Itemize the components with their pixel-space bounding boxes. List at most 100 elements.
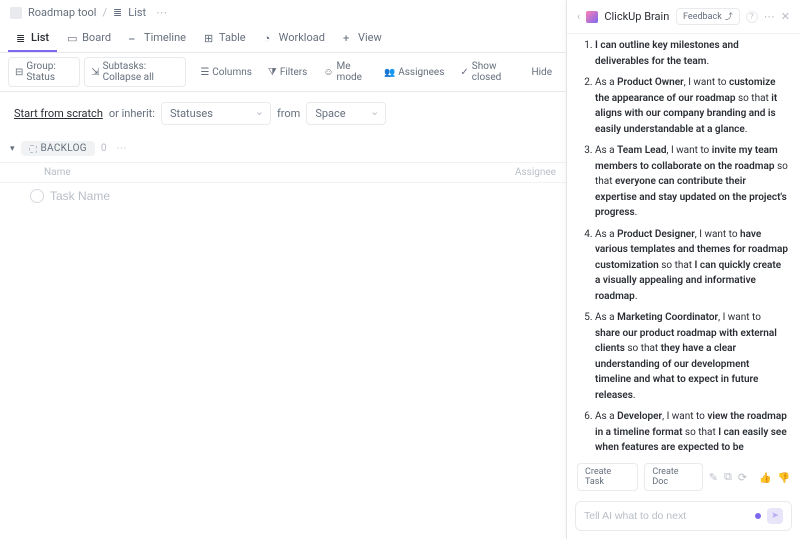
list-icon xyxy=(113,6,122,19)
col-assignee: Assignee xyxy=(515,167,556,178)
recording-indicator-icon xyxy=(755,513,761,519)
ai-response: I can outline key milestones and deliver… xyxy=(567,34,800,457)
collapse-caret-icon[interactable]: ▾ xyxy=(10,144,15,154)
hide-btn[interactable]: Hide xyxy=(525,64,558,81)
tab-board[interactable]: Board xyxy=(59,25,119,52)
breadcrumb: Roadmap tool / List xyxy=(0,0,566,25)
plus-icon xyxy=(343,32,354,43)
user-story: As a Team Lead, I want to invite my team… xyxy=(595,143,788,221)
board-icon xyxy=(67,32,78,43)
user-story: As a Developer, I want to view the roadm… xyxy=(595,409,788,457)
tab-label: List xyxy=(31,31,49,44)
user-story: I can outline key milestones and deliver… xyxy=(595,38,788,69)
more-icon[interactable] xyxy=(764,10,775,23)
assignees-icon xyxy=(384,67,395,78)
feedback-label: Feedback xyxy=(683,12,722,22)
refresh-icon[interactable] xyxy=(738,471,747,484)
chip-label: Group: Status xyxy=(26,61,73,83)
chip-label: Filters xyxy=(280,67,308,78)
send-icon xyxy=(771,511,779,521)
ai-panel-title: ClickUp Brain xyxy=(604,10,670,23)
task-status-circle[interactable] xyxy=(30,189,44,203)
crumb-leaf[interactable]: List xyxy=(128,6,146,19)
statuses-select[interactable]: Statuses xyxy=(161,102,271,125)
list-columns-header: Name Assignee xyxy=(0,163,566,183)
ai-panel-header: ClickUp Brain Feedback xyxy=(567,0,800,34)
subtasks-icon xyxy=(91,67,99,78)
timeline-icon xyxy=(129,32,140,43)
columns-icon xyxy=(200,67,209,78)
group-more-icon[interactable] xyxy=(113,143,131,154)
view-tabs: List Board Timeline Table Workload View xyxy=(0,25,566,53)
thumbs-down-icon[interactable] xyxy=(778,471,790,484)
me-icon xyxy=(323,67,333,78)
back-icon[interactable] xyxy=(577,10,580,23)
ai-input-row xyxy=(575,501,792,531)
tab-timeline[interactable]: Timeline xyxy=(121,25,194,52)
user-story: As a Product Owner, I want to customize … xyxy=(595,75,788,137)
or-text: or inherit: xyxy=(109,107,155,120)
thumbs-up-icon[interactable] xyxy=(759,471,771,484)
list-icon xyxy=(16,32,27,43)
ai-panel: ClickUp Brain Feedback I can outline key… xyxy=(567,0,800,539)
main-area: Roadmap tool / List List Board Timeline … xyxy=(0,0,567,539)
create-task-button[interactable]: Create Task xyxy=(577,463,638,491)
close-icon[interactable] xyxy=(781,10,790,23)
tab-label: Workload xyxy=(279,31,325,44)
chip-label: Columns xyxy=(212,67,252,78)
send-button[interactable] xyxy=(767,508,783,524)
doc-icon xyxy=(10,7,22,19)
tab-workload[interactable]: Workload xyxy=(256,25,333,52)
me-mode-btn[interactable]: Me mode xyxy=(317,58,374,86)
group-icon xyxy=(15,67,23,78)
task-count: 0 xyxy=(101,143,107,154)
status-label: BACKLOG xyxy=(41,143,87,154)
columns-btn[interactable]: Columns xyxy=(194,64,258,81)
edit-icon[interactable] xyxy=(709,471,718,484)
ai-prompt-input[interactable] xyxy=(584,510,749,522)
filter-icon xyxy=(268,67,277,78)
from-text: from xyxy=(277,107,300,120)
filters-btn[interactable]: Filters xyxy=(262,64,313,81)
user-story: As a Marketing Coordinator, I want to sh… xyxy=(595,310,788,403)
new-task-row[interactable] xyxy=(0,183,566,209)
crumb-more-icon[interactable] xyxy=(152,6,171,19)
crumb-root[interactable]: Roadmap tool xyxy=(28,6,97,19)
show-closed-btn[interactable]: Show closed xyxy=(454,58,521,86)
workload-icon xyxy=(264,32,275,43)
create-doc-button[interactable]: Create Doc xyxy=(644,463,702,491)
chip-label: Subtasks: Collapse all xyxy=(103,61,180,83)
chip-label: Me mode xyxy=(337,61,368,83)
space-select[interactable]: Space xyxy=(306,102,386,125)
user-story: As a Product Designer, I want to have va… xyxy=(595,227,788,305)
chip-label: Show closed xyxy=(472,61,516,83)
col-name: Name xyxy=(44,167,515,178)
check-icon xyxy=(460,67,468,78)
feedback-button[interactable]: Feedback xyxy=(676,8,740,25)
tab-label: Table xyxy=(219,31,246,44)
copy-icon[interactable] xyxy=(724,470,732,484)
external-icon xyxy=(725,11,733,22)
brain-icon xyxy=(586,11,598,23)
tab-label: View xyxy=(358,31,382,44)
chip-label: Hide xyxy=(531,67,552,78)
start-scratch-link[interactable]: Start from scratch xyxy=(14,107,103,120)
inherit-config: Start from scratch or inherit: Statuses … xyxy=(0,92,566,135)
task-name-input[interactable] xyxy=(50,189,556,203)
chip-label: Assignees xyxy=(398,67,444,78)
tab-add-view[interactable]: View xyxy=(335,25,390,52)
crumb-sep: / xyxy=(103,6,108,19)
subtasks-chip[interactable]: Subtasks: Collapse all xyxy=(84,57,186,87)
tab-table[interactable]: Table xyxy=(196,25,254,52)
status-pill[interactable]: BACKLOG xyxy=(21,141,95,156)
assignees-btn[interactable]: Assignees xyxy=(378,64,450,81)
tab-list[interactable]: List xyxy=(8,25,57,52)
group-chip[interactable]: Group: Status xyxy=(8,57,80,87)
tab-label: Timeline xyxy=(144,31,186,44)
tab-label: Board xyxy=(82,31,111,44)
group-header: ▾ BACKLOG 0 xyxy=(0,135,566,163)
help-icon[interactable] xyxy=(746,11,758,23)
table-icon xyxy=(204,32,215,43)
ai-actions: Create Task Create Doc xyxy=(567,457,800,497)
status-icon xyxy=(29,145,37,153)
